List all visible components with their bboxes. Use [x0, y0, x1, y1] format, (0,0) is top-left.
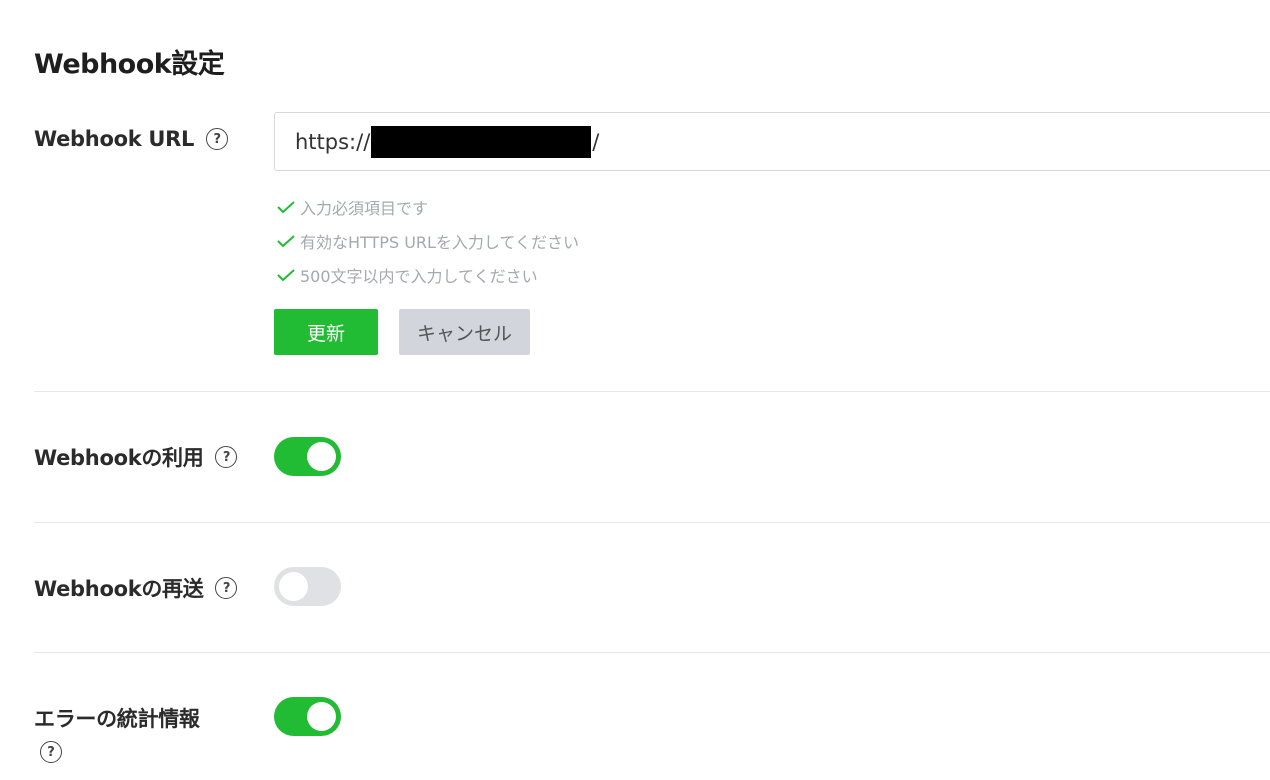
- help-icon[interactable]: ?: [206, 128, 229, 150]
- redelivery-toggle[interactable]: [274, 567, 341, 606]
- url-suffix: /: [592, 129, 600, 154]
- divider: [34, 391, 1270, 392]
- toggle-knob: [307, 442, 336, 471]
- check-icon: [277, 269, 295, 282]
- update-button[interactable]: 更新: [274, 309, 378, 355]
- use-webhook-toggle[interactable]: [274, 437, 341, 476]
- validation-rule-text: 有効なHTTPS URLを入力してください: [300, 233, 579, 252]
- toggle-knob: [307, 702, 336, 731]
- url-prefix: https://: [295, 129, 371, 154]
- check-icon: [277, 201, 295, 214]
- section-title: Webhook設定: [34, 49, 225, 80]
- redelivery-label: Webhookの再送 ?: [34, 573, 238, 603]
- validation-rule: 入力必須項目です: [276, 190, 579, 224]
- help-icon[interactable]: ?: [215, 446, 238, 468]
- check-icon: [277, 235, 295, 248]
- validation-rule-text: 入力必須項目です: [300, 199, 429, 218]
- use-webhook-label-text: Webhookの利用: [34, 446, 204, 470]
- redelivery-label-text: Webhookの再送: [34, 577, 204, 601]
- divider: [34, 652, 1270, 653]
- webhook-settings-page: Webhook設定 Webhook URL ? https:// / 入力必須項…: [0, 0, 1270, 780]
- redacted-block: [371, 125, 592, 158]
- validation-rules: 入力必須項目です 有効なHTTPS URLを入力してください 500文字以内で入…: [276, 190, 579, 292]
- error-stats-label: エラーの統計情報: [34, 703, 200, 733]
- help-icon[interactable]: ?: [40, 741, 62, 763]
- toggle-knob: [279, 572, 308, 601]
- error-stats-toggle[interactable]: [274, 697, 341, 736]
- divider: [34, 522, 1270, 523]
- webhook-url-label-text: Webhook URL: [34, 127, 195, 151]
- use-webhook-label: Webhookの利用 ?: [34, 442, 238, 472]
- validation-rule: 有効なHTTPS URLを入力してください: [276, 224, 579, 258]
- validation-rule: 500文字以内で入力してください: [276, 258, 579, 292]
- help-icon[interactable]: ?: [215, 577, 238, 599]
- webhook-url-label: Webhook URL ?: [34, 127, 229, 151]
- validation-rule-text: 500文字以内で入力してください: [300, 267, 538, 286]
- error-stats-label-text: エラーの統計情報: [34, 707, 200, 731]
- webhook-url-input[interactable]: https:// /: [274, 112, 1270, 171]
- cancel-button[interactable]: キャンセル: [399, 309, 530, 355]
